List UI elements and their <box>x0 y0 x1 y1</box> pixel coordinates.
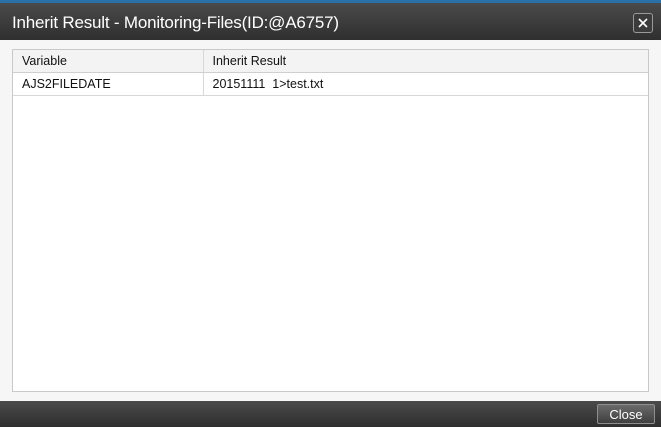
title-bar[interactable]: Inherit Result - Monitoring-Files(ID:@A6… <box>0 0 661 40</box>
cell-inherit-result: 20151111 1>test.txt <box>203 72 648 96</box>
close-icon <box>638 18 648 28</box>
inherit-result-dialog: Inherit Result - Monitoring-Files(ID:@A6… <box>0 0 661 427</box>
column-header-inherit-result[interactable]: Inherit Result <box>203 50 648 73</box>
dialog-title: Inherit Result - Monitoring-Files(ID:@A6… <box>12 13 339 32</box>
column-header-variable[interactable]: Variable <box>13 50 204 73</box>
inherit-result-table: Variable Inherit Result AJS2FILEDATE 201… <box>13 50 648 96</box>
close-button[interactable]: Close <box>597 404 655 424</box>
table-row[interactable]: AJS2FILEDATE 20151111 1>test.txt <box>13 72 648 96</box>
dialog-footer: Close <box>0 401 661 427</box>
result-table-panel: Variable Inherit Result AJS2FILEDATE 201… <box>12 49 649 392</box>
cell-variable: AJS2FILEDATE <box>13 72 204 96</box>
table-header-row: Variable Inherit Result <box>13 50 648 73</box>
close-window-button[interactable] <box>633 13 653 33</box>
